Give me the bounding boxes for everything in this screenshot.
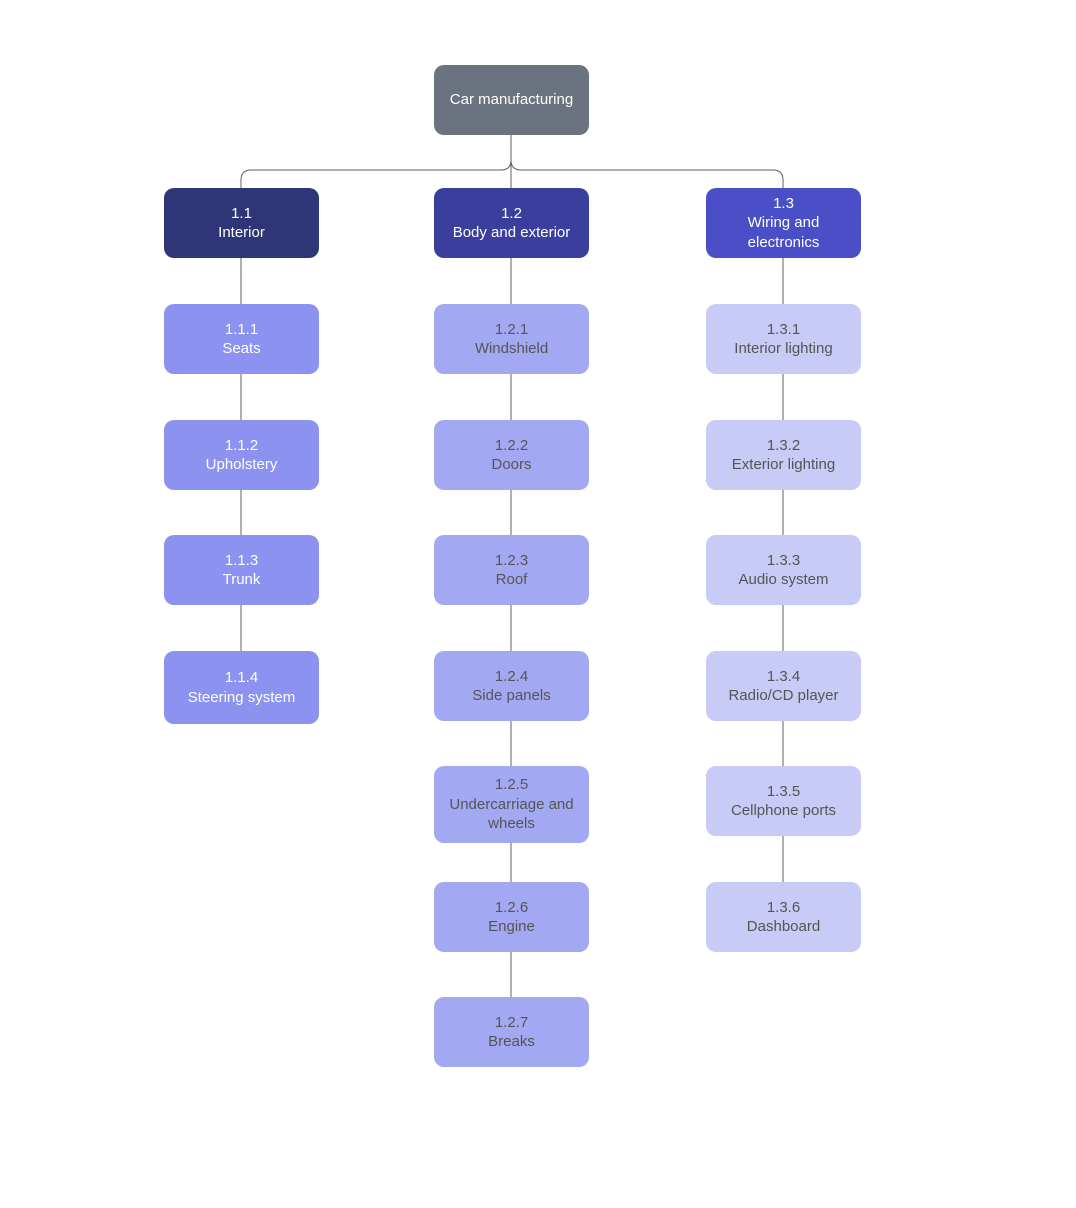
root-label: Car manufacturing [450,90,573,110]
leaf-audio-system: 1.3.3 Audio system [706,535,861,605]
leaf-steering-system: 1.1.4 Steering system [164,651,319,724]
leaf-num: 1.3.1 [767,320,800,340]
leaf-trunk: 1.1.3 Trunk [164,535,319,605]
leaf-label: Trunk [223,570,261,590]
leaf-dashboard: 1.3.6 Dashboard [706,882,861,952]
leaf-num: 1.2.2 [495,436,528,456]
leaf-engine: 1.2.6 Engine [434,882,589,952]
leaf-num: 1.3.6 [767,898,800,918]
leaf-label: Windshield [475,339,548,359]
leaf-num: 1.1.4 [225,668,258,688]
branch-body-exterior: 1.2 Body and exterior [434,188,589,258]
leaf-num: 1.2.7 [495,1013,528,1033]
leaf-side-panels: 1.2.4 Side panels [434,651,589,721]
leaf-seats: 1.1.1 Seats [164,304,319,374]
leaf-label: Cellphone ports [731,801,836,821]
leaf-exterior-lighting: 1.3.2 Exterior lighting [706,420,861,490]
leaf-breaks: 1.2.7 Breaks [434,997,589,1067]
leaf-num: 1.2.3 [495,551,528,571]
branch-interior: 1.1 Interior [164,188,319,258]
leaf-label: Radio/CD player [728,686,838,706]
branch-label: Wiring and electronics [716,213,851,252]
leaf-label: Steering system [188,688,296,708]
leaf-label: Interior lighting [734,339,832,359]
branch-num: 1.1 [231,204,252,224]
leaf-label: Seats [222,339,260,359]
leaf-interior-lighting: 1.3.1 Interior lighting [706,304,861,374]
leaf-label: Exterior lighting [732,455,835,475]
leaf-cellphone-ports: 1.3.5 Cellphone ports [706,766,861,836]
diagram-canvas: Car manufacturing 1.1 Interior 1.2 Body … [0,0,1076,1208]
leaf-num: 1.1.1 [225,320,258,340]
leaf-num: 1.2.4 [495,667,528,687]
leaf-label: Roof [496,570,528,590]
leaf-label: Upholstery [206,455,278,475]
root-node: Car manufacturing [434,65,589,135]
leaf-label: Audio system [738,570,828,590]
leaf-num: 1.3.5 [767,782,800,802]
leaf-label: Engine [488,917,535,937]
leaf-label: Dashboard [747,917,820,937]
leaf-roof: 1.2.3 Roof [434,535,589,605]
leaf-num: 1.2.5 [495,775,528,795]
leaf-num: 1.3.2 [767,436,800,456]
leaf-label: Side panels [472,686,550,706]
leaf-doors: 1.2.2 Doors [434,420,589,490]
leaf-num: 1.2.6 [495,898,528,918]
leaf-num: 1.1.3 [225,551,258,571]
leaf-num: 1.1.2 [225,436,258,456]
branch-num: 1.3 [773,194,794,214]
leaf-num: 1.3.4 [767,667,800,687]
branch-label: Body and exterior [453,223,571,243]
leaf-radio-cd-player: 1.3.4 Radio/CD player [706,651,861,721]
leaf-label: Doors [491,455,531,475]
leaf-num: 1.3.3 [767,551,800,571]
branch-wiring-electronics: 1.3 Wiring and electronics [706,188,861,258]
leaf-upholstery: 1.1.2 Upholstery [164,420,319,490]
leaf-label: Undercarriage and wheels [444,795,579,834]
leaf-undercarriage-wheels: 1.2.5 Undercarriage and wheels [434,766,589,843]
branch-label: Interior [218,223,265,243]
leaf-num: 1.2.1 [495,320,528,340]
leaf-label: Breaks [488,1032,535,1052]
branch-num: 1.2 [501,204,522,224]
leaf-windshield: 1.2.1 Windshield [434,304,589,374]
